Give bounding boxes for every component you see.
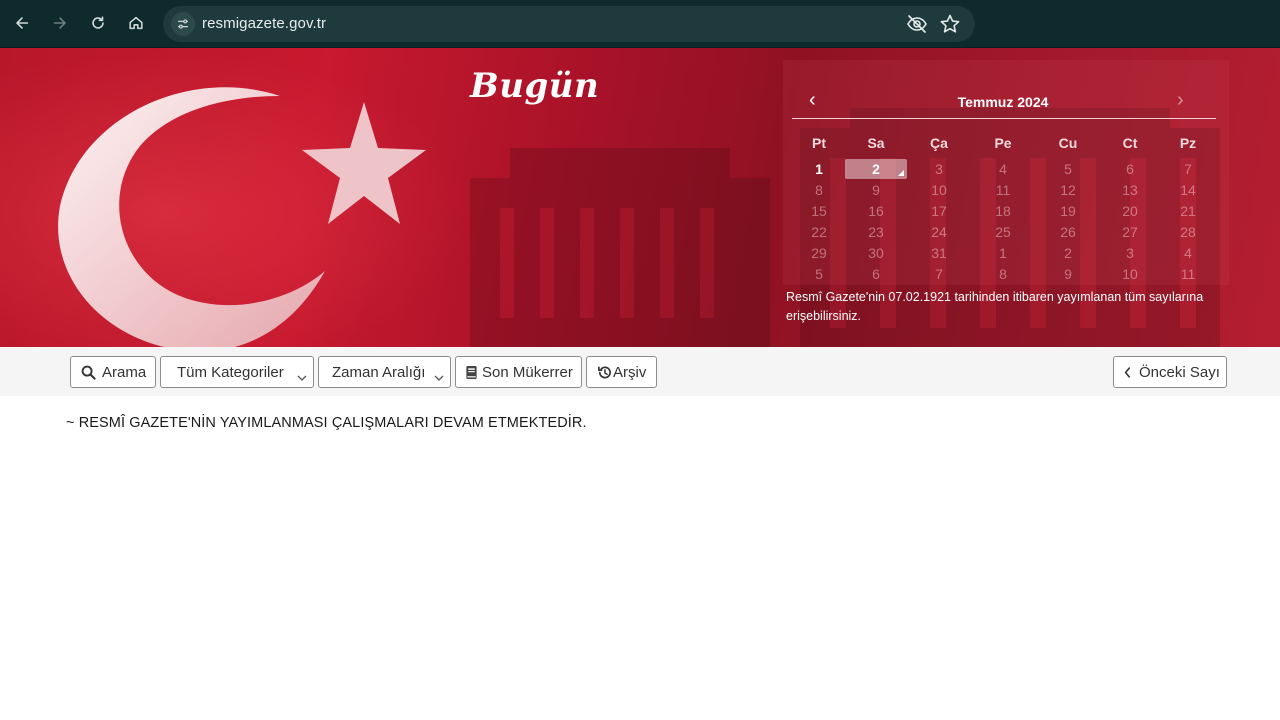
calendar-day[interactable]: 4 xyxy=(983,161,1023,177)
calendar-next-month-icon[interactable]: › xyxy=(1177,90,1197,110)
archive-note: Resmî Gazete'nin 07.02.1921 tarihinden i… xyxy=(786,290,1204,323)
calendar-day[interactable]: 10 xyxy=(1110,266,1150,282)
calendar-day[interactable]: 3 xyxy=(919,161,959,177)
calendar-day[interactable]: 7 xyxy=(919,266,959,282)
calendar-day[interactable]: 5 xyxy=(799,266,839,282)
browser-toolbar: resmigazete.gov.tr xyxy=(0,0,1280,48)
calendar-day[interactable]: 26 xyxy=(1048,224,1088,240)
home-icon[interactable] xyxy=(123,10,149,36)
calendar-day-selected[interactable]: 2 xyxy=(845,159,907,179)
reload-icon[interactable] xyxy=(85,10,111,36)
calendar-weekday-header: Cu xyxy=(1058,135,1078,151)
calendar-day[interactable]: 3 xyxy=(1110,245,1150,261)
latest-duplicate-button[interactable]: Son Mükerrer xyxy=(455,356,582,388)
calendar-day[interactable]: 20 xyxy=(1110,203,1150,219)
selected-corner-marker xyxy=(898,170,904,176)
history-icon xyxy=(597,365,612,380)
calendar-prev-month-icon[interactable]: ‹ xyxy=(809,90,829,110)
previous-issue-label: Önceki Sayı xyxy=(1139,363,1220,381)
calendar-day[interactable]: 13 xyxy=(1110,182,1150,198)
book-icon xyxy=(465,365,478,380)
calendar-day[interactable]: 30 xyxy=(856,245,896,261)
calendar-divider xyxy=(792,118,1216,119)
calendar-day[interactable]: 14 xyxy=(1168,182,1208,198)
calendar-day[interactable]: 16 xyxy=(856,203,896,219)
calendar-day[interactable]: 8 xyxy=(983,266,1023,282)
calendar-month-title: Temmuz 2024 xyxy=(957,94,1049,110)
calendar-day[interactable]: 18 xyxy=(983,203,1023,219)
chevron-left-icon xyxy=(1124,366,1131,378)
calendar-day[interactable]: 12 xyxy=(1048,182,1088,198)
search-button[interactable]: Arama xyxy=(70,356,156,388)
publication-status-notice: ~ RESMÎ GAZETE'NİN YAYIMLANMASI ÇALIŞMAL… xyxy=(66,415,587,431)
calendar-weekday-header: Pe xyxy=(994,135,1012,151)
search-icon xyxy=(81,365,96,380)
calendar-weekday-header: Pt xyxy=(812,135,826,151)
calendar-day[interactable]: 21 xyxy=(1168,203,1208,219)
chevron-down-icon xyxy=(434,368,444,385)
archive-button[interactable]: Arşiv xyxy=(586,356,657,388)
calendar-day[interactable]: 31 xyxy=(919,245,959,261)
date-range-select-value: Zaman Aralığı xyxy=(332,363,426,381)
calendar-weekday-header: Sa xyxy=(867,135,885,151)
calendar-day[interactable]: 19 xyxy=(1048,203,1088,219)
calendar-weekday-header: Pz xyxy=(1179,135,1197,151)
calendar-day[interactable]: 1 xyxy=(983,245,1023,261)
calendar-day[interactable]: 11 xyxy=(1168,266,1208,282)
calendar-day[interactable]: 7 xyxy=(1168,161,1208,177)
url-text[interactable]: resmigazete.gov.tr xyxy=(202,15,326,32)
calendar-day[interactable]: 9 xyxy=(1048,266,1088,282)
filter-toolbar: Arama Tüm Kategoriler Zaman Aralığı Son … xyxy=(0,347,1280,396)
calendar-day[interactable]: 22 xyxy=(799,224,839,240)
latest-duplicate-label: Son Mükerrer xyxy=(482,363,573,381)
calendar-day[interactable]: 24 xyxy=(919,224,959,240)
star-icon[interactable] xyxy=(939,13,961,35)
star-emblem-image xyxy=(302,102,426,224)
calendar-day[interactable]: 1 xyxy=(799,161,839,177)
calendar-day[interactable]: 5 xyxy=(1048,161,1088,177)
hero-banner: Bugün ‹ Temmuz 2024 › Pt Sa Ça Pe Cu Ct Pz 1 2 3 4… xyxy=(0,48,1280,347)
calendar-weekday-header: Ct xyxy=(1122,135,1138,151)
site-settings-icon[interactable] xyxy=(171,12,195,36)
chevron-down-icon xyxy=(297,368,307,385)
date-range-select[interactable]: Zaman Aralığı xyxy=(318,356,451,388)
calendar-day[interactable]: 11 xyxy=(983,182,1023,198)
calendar-day[interactable]: 25 xyxy=(983,224,1023,240)
search-button-label: Arama xyxy=(102,363,147,381)
calendar-day[interactable]: 6 xyxy=(1110,161,1150,177)
forward-icon[interactable] xyxy=(47,10,73,36)
calendar-day[interactable]: 6 xyxy=(856,266,896,282)
category-select-value: Tüm Kategoriler xyxy=(177,363,284,381)
calendar-day[interactable]: 15 xyxy=(799,203,839,219)
calendar-day[interactable]: 4 xyxy=(1168,245,1208,261)
calendar-day[interactable]: 29 xyxy=(799,245,839,261)
calendar-day[interactable]: 2 xyxy=(1048,245,1088,261)
calendar-day[interactable]: 9 xyxy=(856,182,896,198)
calendar-weekday-header: Ça xyxy=(930,135,948,151)
calendar-day[interactable]: 28 xyxy=(1168,224,1208,240)
previous-issue-button[interactable]: Önceki Sayı xyxy=(1113,356,1227,388)
calendar-widget: ‹ Temmuz 2024 › Pt Sa Ça Pe Cu Ct Pz 1 2 3 4 5 6 7 8 9 1… xyxy=(783,60,1229,285)
address-bar[interactable]: resmigazete.gov.tr xyxy=(163,6,975,42)
category-select[interactable]: Tüm Kategoriler xyxy=(160,356,314,388)
back-icon[interactable] xyxy=(9,10,35,36)
calendar-day[interactable]: 23 xyxy=(856,224,896,240)
calendar-day[interactable]: 8 xyxy=(799,182,839,198)
calendar-day[interactable]: 10 xyxy=(919,182,959,198)
eye-off-icon[interactable] xyxy=(906,14,928,34)
today-heading: Bugün xyxy=(470,66,600,106)
archive-button-label: Arşiv xyxy=(613,363,647,381)
calendar-day[interactable]: 17 xyxy=(919,203,959,219)
calendar-day[interactable]: 27 xyxy=(1110,224,1150,240)
